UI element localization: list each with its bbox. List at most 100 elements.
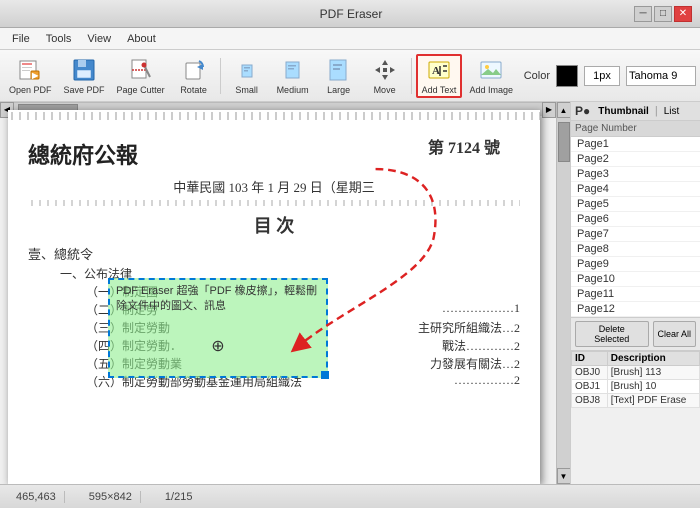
vertical-scrollbar[interactable]: ▲ ▼ <box>556 102 570 484</box>
large-icon <box>325 57 353 83</box>
save-pdf-button[interactable]: Save PDF <box>59 54 110 98</box>
add-text-label: Add Text <box>422 85 457 95</box>
tab-list[interactable]: List <box>660 105 684 118</box>
rotate-icon <box>180 57 208 83</box>
page-list-item-8[interactable]: Page8 <box>571 242 700 257</box>
separator-1 <box>220 58 221 94</box>
pdf-main-title: 總統府公報 <box>28 138 138 170</box>
pdf-subtitle: 中華民國 103 年 1 月 29 日（星期三 <box>28 177 520 196</box>
panel-bottom: Delete Selected Clear All ID Description… <box>571 317 700 408</box>
save-pdf-icon <box>70 57 98 83</box>
obj2-id: OBJ8 <box>572 394 608 408</box>
obj1-id: OBJ1 <box>572 380 608 394</box>
page-cutter-icon <box>127 57 155 83</box>
object-row-2[interactable]: OBJ8 [Text] PDF Erase <box>572 394 700 408</box>
page-list-item-12[interactable]: Page12 <box>571 302 700 317</box>
page-list-item-6[interactable]: Page6 <box>571 212 700 227</box>
menu-file[interactable]: File <box>4 31 38 47</box>
maximize-button[interactable]: □ <box>654 6 672 22</box>
page-list-item-5[interactable]: Page5 <box>571 197 700 212</box>
menubar: File Tools View About <box>0 28 700 50</box>
page-list-item-10[interactable]: Page10 <box>571 272 700 287</box>
vertical-scrollbar-thumb[interactable] <box>558 122 570 162</box>
text-box-overlay[interactable]: PDF Eraser 超強「PDF 橡皮擦」，輕鬆刪除文件中的圖文、訊息 ⊕ <box>108 278 328 378</box>
obj1-desc: [Brush] 10 <box>607 380 699 394</box>
add-text-button[interactable]: A Add Text <box>416 54 463 98</box>
large-button[interactable]: Large <box>317 54 361 98</box>
color-picker[interactable] <box>556 65 578 87</box>
medium-button[interactable]: Medium <box>271 54 315 98</box>
panel-icon: P● <box>575 104 590 118</box>
panel-tabs: P● Thumbnail | List <box>571 102 700 121</box>
font-select[interactable] <box>626 66 696 86</box>
page-list[interactable]: Page1 Page2 Page3 Page4 Page5 Page6 Page… <box>571 137 700 317</box>
scroll-down-button[interactable]: ▼ <box>557 468 571 484</box>
delete-selected-button[interactable]: Delete Selected <box>575 321 649 347</box>
color-label: Color <box>524 70 550 82</box>
object-row-1[interactable]: OBJ1 [Brush] 10 <box>572 380 700 394</box>
scroll-up-button[interactable]: ▲ <box>557 102 571 118</box>
add-text-icon: A <box>425 57 453 83</box>
save-pdf-label: Save PDF <box>64 85 105 95</box>
text-box-text: PDF Eraser 超強「PDF 橡皮擦」，輕鬆刪除文件中的圖文、訊息 <box>110 280 326 319</box>
page-list-item-11[interactable]: Page11 <box>571 287 700 302</box>
clear-all-button[interactable]: Clear All <box>653 321 697 347</box>
add-image-button[interactable]: Add Image <box>464 54 518 98</box>
wavy-top <box>8 112 540 120</box>
col-desc: Description <box>607 352 699 366</box>
resize-handle[interactable] <box>321 371 329 379</box>
open-pdf-label: Open PDF <box>9 85 52 95</box>
open-pdf-button[interactable]: ▶ Open PDF <box>4 54 57 98</box>
rotate-label: Rotate <box>180 85 207 95</box>
minimize-button[interactable]: ─ <box>634 6 652 22</box>
titlebar-controls: ─ □ ✕ <box>634 6 692 22</box>
medium-icon <box>279 57 307 83</box>
rotate-button[interactable]: Rotate <box>172 54 216 98</box>
page-list-item-2[interactable]: Page2 <box>571 152 700 167</box>
statusbar: 465,463 595×842 1/215 <box>0 484 700 508</box>
status-page-info: 1/215 <box>157 491 201 503</box>
move-handle-icon[interactable]: ⊕ <box>211 336 224 356</box>
add-image-icon <box>477 57 505 83</box>
move-label: Move <box>374 85 396 95</box>
pdf-page: 總統府公報 第 7124 號 中華民國 103 年 1 月 29 日（星期三 目… <box>8 110 540 484</box>
pdf-scroll-area[interactable]: 總統府公報 第 7124 號 中華民國 103 年 1 月 29 日（星期三 目… <box>0 102 556 484</box>
obj0-id: OBJ0 <box>572 366 608 380</box>
svg-text:▶: ▶ <box>31 71 39 80</box>
pdf-viewer-container: 總統府公報 第 7124 號 中華民國 103 年 1 月 29 日（星期三 目… <box>0 102 570 484</box>
page-cutter-button[interactable]: Page Cutter <box>112 54 170 98</box>
pdf-section-title: 目 次 <box>28 212 520 238</box>
titlebar: PDF Eraser ─ □ ✕ <box>0 0 700 28</box>
col-id: ID <box>572 352 608 366</box>
page-number-label: Page Number <box>571 121 700 137</box>
object-row-0[interactable]: OBJ0 [Brush] 113 <box>572 366 700 380</box>
page-cutter-label: Page Cutter <box>117 85 165 95</box>
menu-about[interactable]: About <box>119 31 164 47</box>
header-row: 總統府公報 第 7124 號 <box>28 134 520 174</box>
medium-label: Medium <box>277 85 309 95</box>
close-button[interactable]: ✕ <box>674 6 692 22</box>
move-icon <box>371 57 399 83</box>
obj2-desc: [Text] PDF Erase <box>607 394 699 408</box>
page-list-item-9[interactable]: Page9 <box>571 257 700 272</box>
open-pdf-icon: ▶ <box>16 57 44 83</box>
large-label: Large <box>327 85 350 95</box>
page-list-item-4[interactable]: Page4 <box>571 182 700 197</box>
right-panel: P● Thumbnail | List Page Number Page1 Pa… <box>570 102 700 484</box>
scroll-right-button[interactable]: ▶ <box>542 102 556 118</box>
svg-text:A: A <box>432 65 440 77</box>
pdf-body-0: 壹、總統令 <box>28 244 520 263</box>
page-list-item-3[interactable]: Page3 <box>571 167 700 182</box>
toolbar: ▶ Open PDF Save PDF Page Cutter <box>0 50 700 102</box>
separator-2 <box>411 58 412 94</box>
move-button[interactable]: Move <box>363 54 407 98</box>
small-button[interactable]: Small <box>225 54 269 98</box>
page-list-item-1[interactable]: Page1 <box>571 137 700 152</box>
status-page-size: 595×842 <box>81 491 141 503</box>
menu-tools[interactable]: Tools <box>38 31 80 47</box>
size-input[interactable] <box>584 66 620 86</box>
page-list-item-7[interactable]: Page7 <box>571 227 700 242</box>
tab-thumbnail[interactable]: Thumbnail <box>594 105 653 118</box>
menu-view[interactable]: View <box>79 31 119 47</box>
main-area: 總統府公報 第 7124 號 中華民國 103 年 1 月 29 日（星期三 目… <box>0 102 700 484</box>
